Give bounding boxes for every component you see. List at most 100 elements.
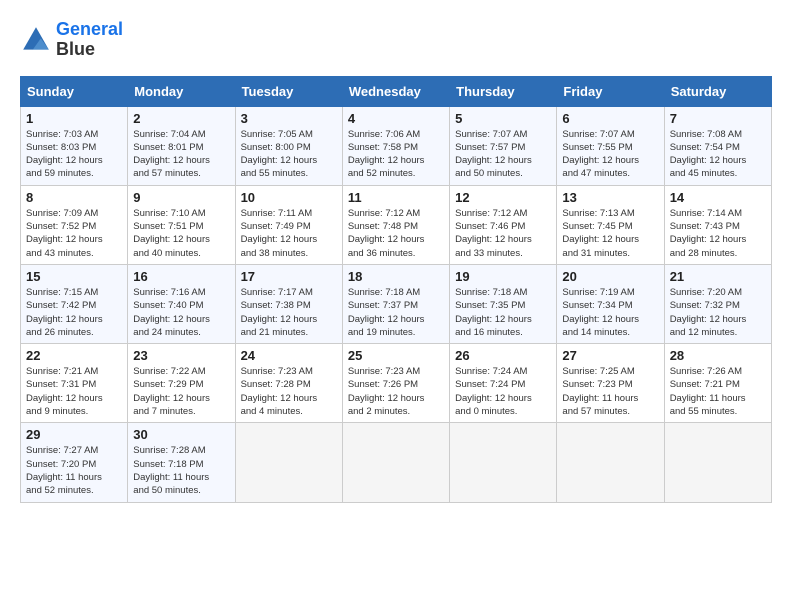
table-row: 24 Sunrise: 7:23 AMSunset: 7:28 PMDayligh… <box>235 344 342 423</box>
day-info: Sunrise: 7:03 AMSunset: 8:03 PMDaylight:… <box>26 128 122 181</box>
table-row: 7 Sunrise: 7:08 AMSunset: 7:54 PMDaylight… <box>664 106 771 185</box>
day-number: 25 <box>348 348 444 363</box>
day-info: Sunrise: 7:23 AMSunset: 7:26 PMDaylight:… <box>348 365 444 418</box>
day-info: Sunrise: 7:24 AMSunset: 7:24 PMDaylight:… <box>455 365 551 418</box>
empty-cell <box>235 423 342 502</box>
day-info: Sunrise: 7:23 AMSunset: 7:28 PMDaylight:… <box>241 365 337 418</box>
page-header: General Blue <box>20 20 772 60</box>
day-info: Sunrise: 7:18 AMSunset: 7:37 PMDaylight:… <box>348 286 444 339</box>
day-number: 1 <box>26 111 122 126</box>
day-info: Sunrise: 7:16 AMSunset: 7:40 PMDaylight:… <box>133 286 229 339</box>
table-row: 3 Sunrise: 7:05 AMSunset: 8:00 PMDaylight… <box>235 106 342 185</box>
day-number: 12 <box>455 190 551 205</box>
table-row: 29Sunrise: 7:27 AMSunset: 7:20 PMDayligh… <box>21 423 128 502</box>
empty-cell <box>342 423 449 502</box>
day-number: 24 <box>241 348 337 363</box>
day-info: Sunrise: 7:14 AMSunset: 7:43 PMDaylight:… <box>670 207 766 260</box>
empty-cell <box>664 423 771 502</box>
day-number: 18 <box>348 269 444 284</box>
day-number: 5 <box>455 111 551 126</box>
day-number: 13 <box>562 190 658 205</box>
day-number: 11 <box>348 190 444 205</box>
day-info: Sunrise: 7:17 AMSunset: 7:38 PMDaylight:… <box>241 286 337 339</box>
day-info: Sunrise: 7:15 AMSunset: 7:42 PMDaylight:… <box>26 286 122 339</box>
table-row: 21 Sunrise: 7:20 AMSunset: 7:32 PMDayligh… <box>664 264 771 343</box>
day-number: 9 <box>133 190 229 205</box>
day-number: 30 <box>133 427 229 442</box>
empty-cell <box>557 423 664 502</box>
day-info: Sunrise: 7:19 AMSunset: 7:34 PMDaylight:… <box>562 286 658 339</box>
day-number: 15 <box>26 269 122 284</box>
day-info: Sunrise: 7:08 AMSunset: 7:54 PMDaylight:… <box>670 128 766 181</box>
table-row: 6Sunrise: 7:07 AMSunset: 7:55 PMDaylight… <box>557 106 664 185</box>
table-row: 2 Sunrise: 7:04 AMSunset: 8:01 PMDaylight… <box>128 106 235 185</box>
calendar-body: 1 Sunrise: 7:03 AMSunset: 8:03 PMDaylight… <box>21 106 772 502</box>
table-row: 22Sunrise: 7:21 AMSunset: 7:31 PMDayligh… <box>21 344 128 423</box>
calendar-week: 22Sunrise: 7:21 AMSunset: 7:31 PMDayligh… <box>21 344 772 423</box>
dow-monday: Monday <box>128 76 235 106</box>
table-row: 19Sunrise: 7:18 AMSunset: 7:35 PMDayligh… <box>450 264 557 343</box>
day-info: Sunrise: 7:22 AMSunset: 7:29 PMDaylight:… <box>133 365 229 418</box>
day-number: 14 <box>670 190 766 205</box>
table-row: 9 Sunrise: 7:10 AMSunset: 7:51 PMDaylight… <box>128 185 235 264</box>
table-row: 12 Sunrise: 7:12 AMSunset: 7:46 PMDayligh… <box>450 185 557 264</box>
day-number: 22 <box>26 348 122 363</box>
table-row: 14 Sunrise: 7:14 AMSunset: 7:43 PMDayligh… <box>664 185 771 264</box>
table-row: 28 Sunrise: 7:26 AMSunset: 7:21 PMDayligh… <box>664 344 771 423</box>
day-number: 7 <box>670 111 766 126</box>
day-info: Sunrise: 7:18 AMSunset: 7:35 PMDaylight:… <box>455 286 551 339</box>
day-info: Sunrise: 7:25 AMSunset: 7:23 PMDaylight:… <box>562 365 658 418</box>
dow-sunday: Sunday <box>21 76 128 106</box>
day-number: 20 <box>562 269 658 284</box>
day-info: Sunrise: 7:12 AMSunset: 7:46 PMDaylight:… <box>455 207 551 260</box>
day-info: Sunrise: 7:20 AMSunset: 7:32 PMDaylight:… <box>670 286 766 339</box>
day-number: 8 <box>26 190 122 205</box>
day-info: Sunrise: 7:26 AMSunset: 7:21 PMDaylight:… <box>670 365 766 418</box>
dow-tuesday: Tuesday <box>235 76 342 106</box>
day-number: 28 <box>670 348 766 363</box>
table-row: 4Sunrise: 7:06 AMSunset: 7:58 PMDaylight… <box>342 106 449 185</box>
dow-thursday: Thursday <box>450 76 557 106</box>
day-info: Sunrise: 7:13 AMSunset: 7:45 PMDaylight:… <box>562 207 658 260</box>
days-of-week-row: SundayMondayTuesdayWednesdayThursdayFrid… <box>21 76 772 106</box>
table-row: 13 Sunrise: 7:13 AMSunset: 7:45 PMDayligh… <box>557 185 664 264</box>
day-number: 23 <box>133 348 229 363</box>
day-info: Sunrise: 7:07 AMSunset: 7:55 PMDaylight:… <box>562 128 658 181</box>
table-row: 10 Sunrise: 7:11 AMSunset: 7:49 PMDayligh… <box>235 185 342 264</box>
empty-cell <box>450 423 557 502</box>
calendar-week: 15 Sunrise: 7:15 AMSunset: 7:42 PMDayligh… <box>21 264 772 343</box>
table-row: 18 Sunrise: 7:18 AMSunset: 7:37 PMDayligh… <box>342 264 449 343</box>
day-number: 21 <box>670 269 766 284</box>
day-info: Sunrise: 7:04 AMSunset: 8:01 PMDaylight:… <box>133 128 229 181</box>
day-info: Sunrise: 7:05 AMSunset: 8:00 PMDaylight:… <box>241 128 337 181</box>
day-number: 3 <box>241 111 337 126</box>
table-row: 16 Sunrise: 7:16 AMSunset: 7:40 PMDayligh… <box>128 264 235 343</box>
table-row: 8Sunrise: 7:09 AMSunset: 7:52 PMDaylight… <box>21 185 128 264</box>
calendar-week: 8Sunrise: 7:09 AMSunset: 7:52 PMDaylight… <box>21 185 772 264</box>
day-info: Sunrise: 7:11 AMSunset: 7:49 PMDaylight:… <box>241 207 337 260</box>
day-info: Sunrise: 7:10 AMSunset: 7:51 PMDaylight:… <box>133 207 229 260</box>
table-row: 15 Sunrise: 7:15 AMSunset: 7:42 PMDayligh… <box>21 264 128 343</box>
day-number: 4 <box>348 111 444 126</box>
table-row: 17 Sunrise: 7:17 AMSunset: 7:38 PMDayligh… <box>235 264 342 343</box>
day-number: 27 <box>562 348 658 363</box>
table-row: 23 Sunrise: 7:22 AMSunset: 7:29 PMDayligh… <box>128 344 235 423</box>
logo: General Blue <box>20 20 123 60</box>
day-info: Sunrise: 7:27 AMSunset: 7:20 PMDaylight:… <box>26 444 122 497</box>
table-row: 30 Sunrise: 7:28 AMSunset: 7:18 PMDayligh… <box>128 423 235 502</box>
dow-saturday: Saturday <box>664 76 771 106</box>
table-row: 25 Sunrise: 7:23 AMSunset: 7:26 PMDayligh… <box>342 344 449 423</box>
day-info: Sunrise: 7:07 AMSunset: 7:57 PMDaylight:… <box>455 128 551 181</box>
day-number: 10 <box>241 190 337 205</box>
day-info: Sunrise: 7:28 AMSunset: 7:18 PMDaylight:… <box>133 444 229 497</box>
calendar-week: 1 Sunrise: 7:03 AMSunset: 8:03 PMDaylight… <box>21 106 772 185</box>
calendar-table: SundayMondayTuesdayWednesdayThursdayFrid… <box>20 76 772 503</box>
day-number: 16 <box>133 269 229 284</box>
table-row: 20 Sunrise: 7:19 AMSunset: 7:34 PMDayligh… <box>557 264 664 343</box>
table-row: 5 Sunrise: 7:07 AMSunset: 7:57 PMDaylight… <box>450 106 557 185</box>
logo-text: General Blue <box>56 20 123 60</box>
day-number: 2 <box>133 111 229 126</box>
day-info: Sunrise: 7:12 AMSunset: 7:48 PMDaylight:… <box>348 207 444 260</box>
day-number: 17 <box>241 269 337 284</box>
table-row: 26Sunrise: 7:24 AMSunset: 7:24 PMDayligh… <box>450 344 557 423</box>
